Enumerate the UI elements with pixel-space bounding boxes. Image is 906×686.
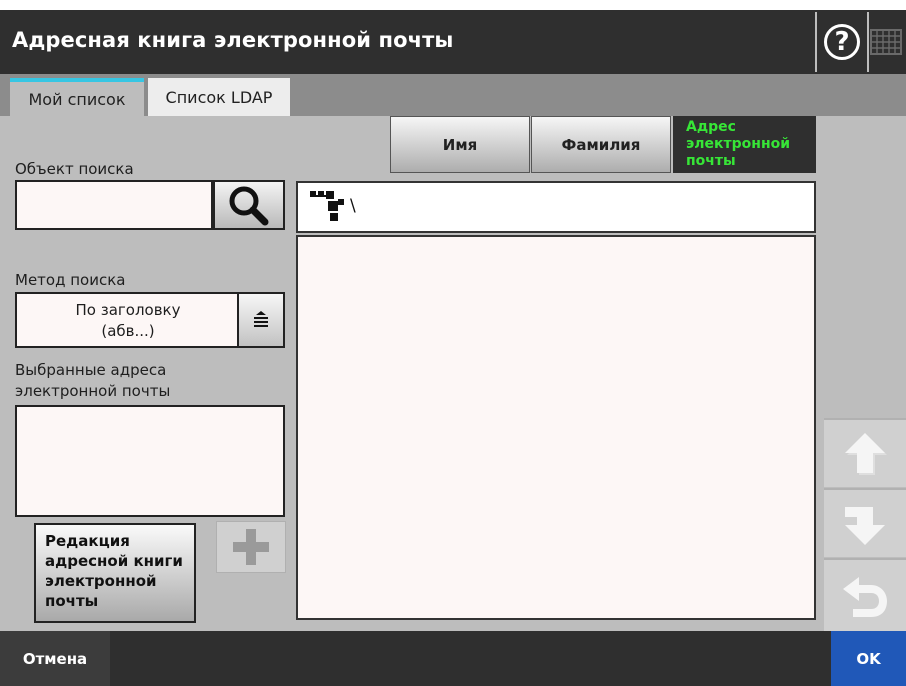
method-dropdown-button[interactable] — [237, 294, 283, 346]
arrow-up-icon — [845, 432, 887, 475]
search-input[interactable] — [15, 180, 213, 230]
plus-icon — [233, 529, 269, 565]
tab-ldap-list[interactable]: Список LDAP — [148, 78, 290, 116]
path-text: \ — [350, 196, 356, 216]
search-icon — [229, 186, 269, 226]
sort-by-name-button[interactable]: Имя — [390, 116, 530, 173]
cancel-button[interactable]: Отмена — [0, 631, 110, 686]
selected-addresses-label: Выбранные адреса электронной почты — [15, 361, 171, 400]
return-button[interactable] — [824, 558, 906, 631]
add-button[interactable] — [216, 521, 286, 573]
search-label: Объект поиска — [15, 160, 134, 178]
search-button[interactable] — [213, 180, 285, 230]
help-button[interactable]: ? — [815, 12, 869, 72]
search-method-select[interactable]: По заголовку (абв...) — [15, 292, 285, 348]
tree-icon — [310, 191, 344, 221]
keyboard-button[interactable] — [869, 26, 903, 58]
path-bar[interactable]: \ — [296, 181, 816, 233]
return-icon — [843, 576, 887, 617]
list-dropdown-icon — [254, 311, 268, 327]
help-circle-icon: ? — [824, 24, 860, 60]
footer-bar: Отмена OK — [0, 631, 906, 686]
ok-button[interactable]: OK — [831, 631, 906, 686]
scroll-down-button[interactable] — [824, 488, 906, 557]
scroll-up-button[interactable] — [824, 418, 906, 487]
arrow-down-icon — [845, 506, 885, 545]
window-title: Адресная книга электронной почты — [12, 28, 454, 52]
address-list[interactable] — [296, 235, 816, 620]
sort-by-surname-button[interactable]: Фамилия — [531, 116, 671, 173]
edit-address-book-button[interactable]: Редакция адресной книги электронной почт… — [34, 523, 196, 623]
main-panel: Мой список Список LDAP Объект поиска Мет… — [0, 74, 906, 631]
method-selected-value: По заголовку (абв...) — [75, 301, 181, 340]
app-window: Адресная книга электронной почты ? Мой с… — [0, 0, 906, 686]
keyboard-icon — [870, 29, 902, 55]
sort-by-email-button[interactable]: Адрес электронной почты — [673, 116, 816, 173]
tab-my-list[interactable]: Мой список — [10, 78, 144, 116]
selected-addresses-list[interactable] — [15, 405, 285, 517]
tab-strip: Мой список Список LDAP — [0, 74, 906, 116]
title-bar: Адресная книга электронной почты ? — [0, 10, 906, 74]
method-label: Метод поиска — [15, 271, 126, 289]
